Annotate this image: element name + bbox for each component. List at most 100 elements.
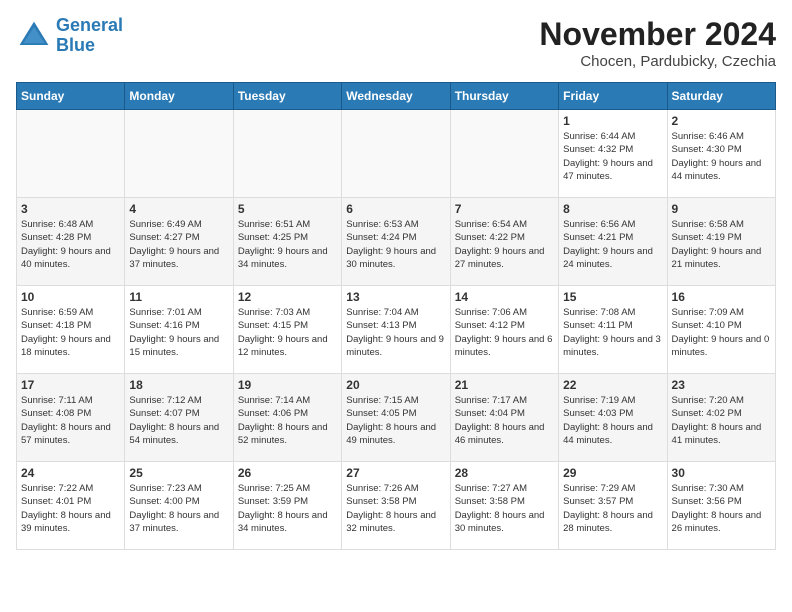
calendar-cell: 8 Sunrise: 6:56 AM Sunset: 4:21 PM Daylig… [559, 198, 667, 286]
calendar-cell: 3 Sunrise: 6:48 AM Sunset: 4:28 PM Daylig… [17, 198, 125, 286]
calendar-cell: 10Sunrise: 6:59 AM Sunset: 4:18 PM Dayli… [17, 286, 125, 374]
day-info: Sunrise: 7:22 AM Sunset: 4:01 PM Dayligh… [21, 482, 120, 535]
weekday-header-thursday: Thursday [450, 83, 558, 110]
day-info: Sunrise: 7:15 AM Sunset: 4:05 PM Dayligh… [346, 394, 445, 447]
weekday-header-monday: Monday [125, 83, 233, 110]
day-number: 24 [21, 466, 120, 480]
calendar-cell: 17 Sunrise: 7:11 AM Sunset: 4:08 PM Dayli… [17, 374, 125, 462]
day-number: 11 [129, 290, 228, 304]
day-info: Sunrise: 6:54 AM Sunset: 4:22 PM Dayligh… [455, 218, 554, 271]
calendar-cell: 16 Sunrise: 7:09 AM Sunset: 4:10 PM Dayli… [667, 286, 775, 374]
calendar-cell: 9 Sunrise: 6:58 AM Sunset: 4:19 PM Daylig… [667, 198, 775, 286]
location: Chocen, Pardubicky, Czechia [539, 53, 776, 70]
day-number: 27 [346, 466, 445, 480]
calendar-cell [125, 110, 233, 198]
calendar-cell [233, 110, 341, 198]
day-number: 30 [672, 466, 771, 480]
calendar-cell: 22Sunrise: 7:19 AM Sunset: 4:03 PM Dayli… [559, 374, 667, 462]
calendar-cell: 11 Sunrise: 7:01 AM Sunset: 4:16 PM Dayli… [125, 286, 233, 374]
day-number: 15 [563, 290, 662, 304]
day-number: 13 [346, 290, 445, 304]
weekday-header-sunday: Sunday [17, 83, 125, 110]
day-number: 17 [21, 378, 120, 392]
calendar-cell: 26Sunrise: 7:25 AM Sunset: 3:59 PM Dayli… [233, 462, 341, 550]
calendar-cell: 23 Sunrise: 7:20 AM Sunset: 4:02 PM Dayli… [667, 374, 775, 462]
calendar-cell: 28Sunrise: 7:27 AM Sunset: 3:58 PM Dayli… [450, 462, 558, 550]
day-number: 20 [346, 378, 445, 392]
day-number: 21 [455, 378, 554, 392]
calendar-cell: 21 Sunrise: 7:17 AM Sunset: 4:04 PM Dayli… [450, 374, 558, 462]
calendar-week-4: 17 Sunrise: 7:11 AM Sunset: 4:08 PM Dayli… [17, 374, 776, 462]
calendar-week-1: 1 Sunrise: 6:44 AM Sunset: 4:32 PM Daylig… [17, 110, 776, 198]
day-number: 5 [238, 202, 337, 216]
day-info: Sunrise: 7:09 AM Sunset: 4:10 PM Dayligh… [672, 306, 771, 359]
logo-text: General Blue [56, 16, 123, 56]
day-info: Sunrise: 6:53 AM Sunset: 4:24 PM Dayligh… [346, 218, 445, 271]
calendar-week-3: 10Sunrise: 6:59 AM Sunset: 4:18 PM Dayli… [17, 286, 776, 374]
day-number: 10 [21, 290, 120, 304]
day-number: 8 [563, 202, 662, 216]
day-info: Sunrise: 7:29 AM Sunset: 3:57 PM Dayligh… [563, 482, 662, 535]
day-info: Sunrise: 7:14 AM Sunset: 4:06 PM Dayligh… [238, 394, 337, 447]
calendar-cell: 24 Sunrise: 7:22 AM Sunset: 4:01 PM Dayli… [17, 462, 125, 550]
day-number: 2 [672, 114, 771, 128]
day-number: 25 [129, 466, 228, 480]
day-info: Sunrise: 7:25 AM Sunset: 3:59 PM Dayligh… [238, 482, 337, 535]
day-info: Sunrise: 7:01 AM Sunset: 4:16 PM Dayligh… [129, 306, 228, 359]
day-info: Sunrise: 6:56 AM Sunset: 4:21 PM Dayligh… [563, 218, 662, 271]
calendar-week-5: 24 Sunrise: 7:22 AM Sunset: 4:01 PM Dayli… [17, 462, 776, 550]
day-info: Sunrise: 6:51 AM Sunset: 4:25 PM Dayligh… [238, 218, 337, 271]
day-info: Sunrise: 7:23 AM Sunset: 4:00 PM Dayligh… [129, 482, 228, 535]
calendar-cell: 4Sunrise: 6:49 AM Sunset: 4:27 PM Daylig… [125, 198, 233, 286]
calendar-cell: 6 Sunrise: 6:53 AM Sunset: 4:24 PM Daylig… [342, 198, 450, 286]
day-info: Sunrise: 7:27 AM Sunset: 3:58 PM Dayligh… [455, 482, 554, 535]
calendar-cell: 5 Sunrise: 6:51 AM Sunset: 4:25 PM Daylig… [233, 198, 341, 286]
day-info: Sunrise: 7:12 AM Sunset: 4:07 PM Dayligh… [129, 394, 228, 447]
calendar-cell [450, 110, 558, 198]
calendar-cell: 12 Sunrise: 7:03 AM Sunset: 4:15 PM Dayli… [233, 286, 341, 374]
calendar-cell: 1 Sunrise: 6:44 AM Sunset: 4:32 PM Daylig… [559, 110, 667, 198]
day-info: Sunrise: 7:11 AM Sunset: 4:08 PM Dayligh… [21, 394, 120, 447]
calendar-cell: 20 Sunrise: 7:15 AM Sunset: 4:05 PM Dayli… [342, 374, 450, 462]
day-info: Sunrise: 7:06 AM Sunset: 4:12 PM Dayligh… [455, 306, 554, 359]
calendar-cell: 25 Sunrise: 7:23 AM Sunset: 4:00 PM Dayli… [125, 462, 233, 550]
day-number: 7 [455, 202, 554, 216]
logo: General Blue [16, 16, 123, 56]
day-info: Sunrise: 7:30 AM Sunset: 3:56 PM Dayligh… [672, 482, 771, 535]
day-info: Sunrise: 6:44 AM Sunset: 4:32 PM Dayligh… [563, 130, 662, 183]
title-block: November 2024 Chocen, Pardubicky, Czechi… [539, 16, 776, 70]
day-number: 12 [238, 290, 337, 304]
calendar-cell: 15Sunrise: 7:08 AM Sunset: 4:11 PM Dayli… [559, 286, 667, 374]
calendar-cell: 30 Sunrise: 7:30 AM Sunset: 3:56 PM Dayli… [667, 462, 775, 550]
day-number: 18 [129, 378, 228, 392]
day-info: Sunrise: 7:20 AM Sunset: 4:02 PM Dayligh… [672, 394, 771, 447]
weekday-header-saturday: Saturday [667, 83, 775, 110]
day-info: Sunrise: 6:46 AM Sunset: 4:30 PM Dayligh… [672, 130, 771, 183]
logo-icon [16, 18, 52, 54]
day-number: 16 [672, 290, 771, 304]
weekday-header-row: SundayMondayTuesdayWednesdayThursdayFrid… [17, 83, 776, 110]
weekday-header-tuesday: Tuesday [233, 83, 341, 110]
day-number: 9 [672, 202, 771, 216]
day-number: 29 [563, 466, 662, 480]
calendar-cell: 14 Sunrise: 7:06 AM Sunset: 4:12 PM Dayli… [450, 286, 558, 374]
month-title: November 2024 [539, 16, 776, 53]
day-info: Sunrise: 7:26 AM Sunset: 3:58 PM Dayligh… [346, 482, 445, 535]
day-info: Sunrise: 6:49 AM Sunset: 4:27 PM Dayligh… [129, 218, 228, 271]
day-number: 6 [346, 202, 445, 216]
day-number: 19 [238, 378, 337, 392]
weekday-header-friday: Friday [559, 83, 667, 110]
day-info: Sunrise: 6:48 AM Sunset: 4:28 PM Dayligh… [21, 218, 120, 271]
day-info: Sunrise: 7:19 AM Sunset: 4:03 PM Dayligh… [563, 394, 662, 447]
day-number: 3 [21, 202, 120, 216]
day-number: 14 [455, 290, 554, 304]
day-info: Sunrise: 7:17 AM Sunset: 4:04 PM Dayligh… [455, 394, 554, 447]
day-info: Sunrise: 7:03 AM Sunset: 4:15 PM Dayligh… [238, 306, 337, 359]
day-number: 23 [672, 378, 771, 392]
calendar-cell: 27 Sunrise: 7:26 AM Sunset: 3:58 PM Dayli… [342, 462, 450, 550]
day-info: Sunrise: 6:58 AM Sunset: 4:19 PM Dayligh… [672, 218, 771, 271]
calendar-cell: 29 Sunrise: 7:29 AM Sunset: 3:57 PM Dayli… [559, 462, 667, 550]
calendar-cell: 19 Sunrise: 7:14 AM Sunset: 4:06 PM Dayli… [233, 374, 341, 462]
page-header: General Blue November 2024 Chocen, Pardu… [16, 16, 776, 70]
day-number: 1 [563, 114, 662, 128]
